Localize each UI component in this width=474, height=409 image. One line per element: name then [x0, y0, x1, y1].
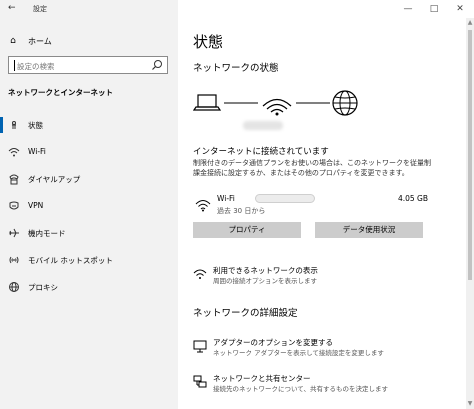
- globe-icon: [332, 90, 358, 116]
- sidebar-item-label: Wi-Fi: [28, 147, 46, 156]
- vpn-icon: [9, 201, 19, 210]
- available-networks-link[interactable]: 利用できるネットワークの表示 周囲の接続オプションを表示します: [193, 265, 433, 287]
- network-status-heading: ネットワークの状態: [193, 63, 279, 74]
- sidebar-item-hotspot[interactable]: モバイル ホットスポット: [0, 249, 178, 271]
- data-usage-button[interactable]: データ使用状況: [315, 222, 423, 238]
- redacted-ssid: [255, 194, 315, 203]
- sidebar-item-label: プロキシ: [28, 283, 58, 292]
- wifi-icon: [195, 200, 211, 212]
- connected-heading: インターネットに接続されています: [193, 147, 329, 157]
- sidebar-item-airplane[interactable]: 機内モード: [0, 222, 178, 244]
- sidebar-item-status[interactable]: 状態: [0, 114, 178, 136]
- scroll-thumb[interactable]: [468, 30, 472, 280]
- title-bar: ← 設定 — □ ✕: [0, 0, 474, 18]
- sidebar-item-dialup[interactable]: ダイヤルアップ: [0, 168, 178, 190]
- connection-duration: 過去 30 日から: [217, 207, 266, 215]
- link-subtitle: ネットワーク アダプターを表示して接続設定を変更します: [213, 349, 384, 357]
- minimize-icon[interactable]: —: [396, 0, 420, 18]
- advanced-settings-heading: ネットワークの詳細設定: [193, 308, 298, 319]
- scroll-down-icon[interactable]: ▼: [466, 399, 474, 409]
- sidebar-section-title: ネットワークとインターネット: [8, 88, 113, 97]
- wifi-signal-icon: [262, 98, 292, 116]
- sidebar-item-label: 機内モード: [28, 229, 66, 238]
- redacted-network-name: [243, 121, 283, 130]
- airplane-icon: [9, 228, 19, 238]
- search-icon[interactable]: [151, 59, 163, 71]
- search-placeholder: 設定の検索: [17, 62, 55, 71]
- sidebar-item-label: ダイヤルアップ: [28, 175, 81, 184]
- window-title: 設定: [33, 5, 47, 13]
- text-caret: [14, 60, 15, 71]
- properties-button[interactable]: プロパティ: [193, 222, 301, 238]
- data-usage-value: 4.05 GB: [397, 194, 428, 203]
- dialup-icon: [9, 174, 19, 185]
- proxy-icon: [9, 282, 19, 292]
- home-icon: ⌂: [10, 36, 16, 46]
- adapter-options-link[interactable]: アダプターのオプションを変更する ネットワーク アダプターを表示して接続設定を変…: [193, 337, 433, 359]
- network-adapter-icon: [193, 340, 207, 353]
- scrollbar[interactable]: ▲ ▼: [466, 18, 474, 409]
- status-icon: [12, 121, 16, 129]
- connection-row: Wi-Fi 過去 30 日から 4.05 GB: [193, 193, 428, 217]
- sidebar-item-proxy[interactable]: プロキシ: [0, 276, 178, 298]
- search-input[interactable]: 設定の検索: [8, 56, 168, 74]
- laptop-icon: [193, 94, 222, 111]
- hotspot-icon: [9, 256, 19, 264]
- network-topology: [193, 90, 358, 116]
- sidebar-item-label: モバイル ホットスポット: [28, 256, 113, 265]
- connection-name: Wi-Fi: [217, 194, 235, 203]
- sharing-center-icon: [193, 375, 207, 388]
- sidebar-item-label: 状態: [28, 121, 43, 130]
- wifi-icon: [8, 148, 20, 157]
- sidebar-item-vpn[interactable]: VPN: [0, 195, 178, 217]
- maximize-icon[interactable]: □: [422, 0, 446, 18]
- close-icon[interactable]: ✕: [448, 0, 472, 18]
- back-icon[interactable]: ←: [8, 2, 20, 14]
- link-subtitle: 周囲の接続オプションを表示します: [213, 277, 317, 285]
- settings-window: ← 設定 — □ ✕ ⌂ ホーム 設定の検索 ネットワークとインターネット 状態…: [0, 0, 474, 409]
- connection-description: 制限付きのデータ通信プランをお使いの場合は、このネットワークを従量制課金接続に設…: [193, 159, 431, 177]
- link-subtitle: 接続先のネットワークについて、共有するものを決定します: [213, 385, 388, 393]
- sidebar-item-wifi[interactable]: Wi-Fi: [0, 141, 178, 163]
- home-label: ホーム: [28, 36, 52, 46]
- page-title: 状態: [193, 33, 224, 51]
- available-networks-icon: [193, 269, 207, 279]
- scroll-up-icon[interactable]: ▲: [466, 18, 474, 28]
- sidebar-item-home[interactable]: ⌂ ホーム: [8, 33, 168, 49]
- sharing-center-link[interactable]: ネットワークと共有センター 接続先のネットワークについて、共有するものを決定しま…: [193, 373, 433, 395]
- sidebar-item-label: VPN: [28, 201, 44, 210]
